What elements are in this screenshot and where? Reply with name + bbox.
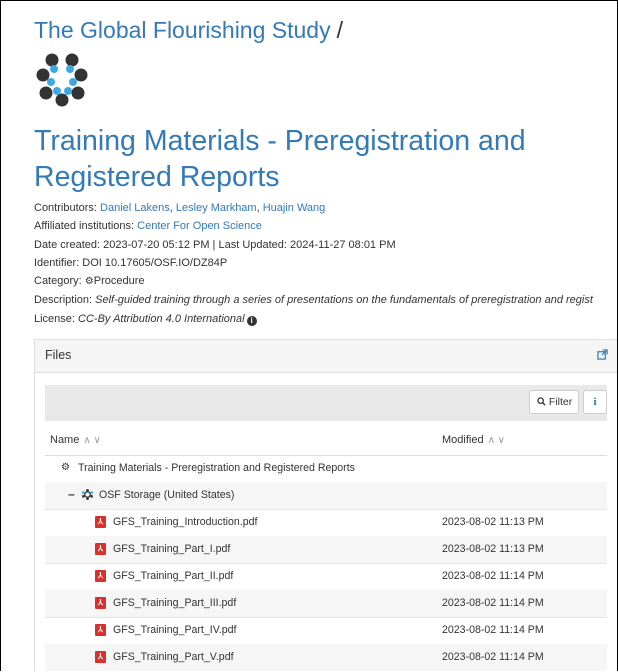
description-label: Description: [34,294,93,307]
file-name[interactable]: GFS_Training_Introduction.pdf [113,516,257,528]
file-name[interactable]: GFS_Training_Part_II.pdf [113,570,233,582]
contributor-link[interactable]: Lesley Markham [176,202,257,214]
license-line: License: CC-By Attribution 4.0 Internati… [34,310,593,328]
description-line: Description: Self-guided training throug… [34,291,593,309]
page-frame: The Global Flourishing Study / Training M… [0,0,618,671]
file-name[interactable]: GFS_Training_Part_III.pdf [113,597,236,609]
file-row[interactable]: ⅄ GFS_Training_Part_II.pdf 2023-08-02 11… [45,563,607,591]
category-label: Category: [34,275,82,288]
affiliated-label: Affiliated institutions: [34,220,135,233]
project-meta: Contributors: Daniel Lakens, Lesley Mark… [34,199,593,328]
project-logo-icon [36,53,88,107]
file-modified: 2023-08-02 11:14 PM [442,624,544,636]
identifier-line: Identifier: DOI 10.17605/OSF.IO/DZ84P [34,256,228,269]
parent-project-link[interactable]: The Global Flourishing Study [34,17,331,43]
tree-row-label: OSF Storage (United States) [99,489,235,501]
sort-arrows-icon[interactable]: ∧ ∨ [83,435,100,446]
file-name[interactable]: GFS_Training_Part_V.pdf [113,651,234,663]
file-name[interactable]: GFS_Training_Part_I.pdf [113,543,230,555]
contributors-line: Contributors: Daniel Lakens, Lesley Mark… [34,202,326,214]
files-panel-title: Files [45,348,72,362]
description-text: Self-guided training through a series of… [95,294,593,307]
column-name-header[interactable]: Name ∧ ∨ [50,434,101,446]
pdf-file-icon: ⅄ [95,651,106,663]
search-icon [537,397,546,406]
project-title: Training Materials - Preregistration and… [34,125,526,193]
file-row[interactable]: ⅄ GFS_Training_Part_III.pdf 2023-08-02 1… [45,590,607,618]
pdf-file-icon: ⅄ [95,543,106,555]
file-row[interactable]: ⅄ GFS_Training_Part_I.pdf 2023-08-02 11:… [45,536,607,564]
affiliated-line: Affiliated institutions: Center For Open… [34,217,593,235]
file-row[interactable]: ⅄ GFS_Training_Part_IV.pdf 2023-08-02 11… [45,617,607,645]
column-modified-header[interactable]: Modified ∧ ∨ [442,434,505,446]
file-row[interactable]: ⅄ GFS_Training_Introduction.pdf 2023-08-… [45,509,607,537]
external-link-icon[interactable] [597,349,608,360]
file-name[interactable]: GFS_Training_Part_IV.pdf [113,624,236,636]
contributor-link[interactable]: Daniel Lakens [100,202,170,214]
pdf-file-icon: ⅄ [95,597,106,609]
category-line: Category: ⚙Procedure [34,272,593,291]
pdf-file-icon: ⅄ [95,516,106,528]
cogs-icon: ⚙ [61,462,70,473]
contributor-link[interactable]: Huajin Wang [263,202,326,214]
cogs-icon: ⚙ [84,276,94,288]
category-value: Procedure [93,275,145,288]
dates-line: Date created: 2023-07-20 05:12 PM | Last… [34,238,396,251]
sort-arrows-icon[interactable]: ∧ ∨ [488,435,505,446]
info-icon: i [593,396,597,408]
files-column-headers: Name ∧ ∨ Modified ∧ ∨ [45,429,607,456]
column-name-label: Name [50,434,80,446]
pdf-file-icon: ⅄ [95,570,106,582]
collapse-icon[interactable]: – [68,487,75,501]
file-modified: 2023-08-02 11:13 PM [442,543,544,555]
files-panel-header: Files [35,340,617,373]
column-modified-label: Modified [442,434,484,446]
file-modified: 2023-08-02 11:13 PM [442,516,544,528]
license-label: License: [34,312,75,325]
breadcrumb: The Global Flourishing Study / [34,17,343,44]
license-value: CC-By Attribution 4.0 International [78,312,245,325]
institution-link[interactable]: Center For Open Science [137,220,262,232]
file-modified: 2023-08-02 11:14 PM [442,570,544,582]
info-circle-icon[interactable]: i [246,315,257,326]
filter-label: Filter [548,396,573,408]
file-modified: 2023-08-02 11:14 PM [442,597,544,609]
breadcrumb-separator: / [336,17,343,43]
tree-row-label: Training Materials - Preregistration and… [78,462,355,474]
files-toolbar: Filter i [45,385,607,421]
pdf-file-icon: ⅄ [95,624,106,636]
files-panel: Files Filter i Name ∧ ∨ Modified ∧ ∨ ⚙ Tra… [34,339,617,671]
info-button[interactable]: i [583,390,607,414]
osf-storage-icon [82,489,93,500]
tree-row-storage[interactable]: – OSF Storage (United States) [45,482,607,510]
tree-row-project[interactable]: ⚙ Training Materials - Preregistration a… [45,455,607,483]
file-modified: 2023-08-02 11:14 PM [442,651,544,663]
filter-button[interactable]: Filter [529,390,579,414]
contributors-label: Contributors: [34,202,97,214]
file-row[interactable]: ⅄ GFS_Training_Part_V.pdf 2023-08-02 11:… [45,644,607,671]
